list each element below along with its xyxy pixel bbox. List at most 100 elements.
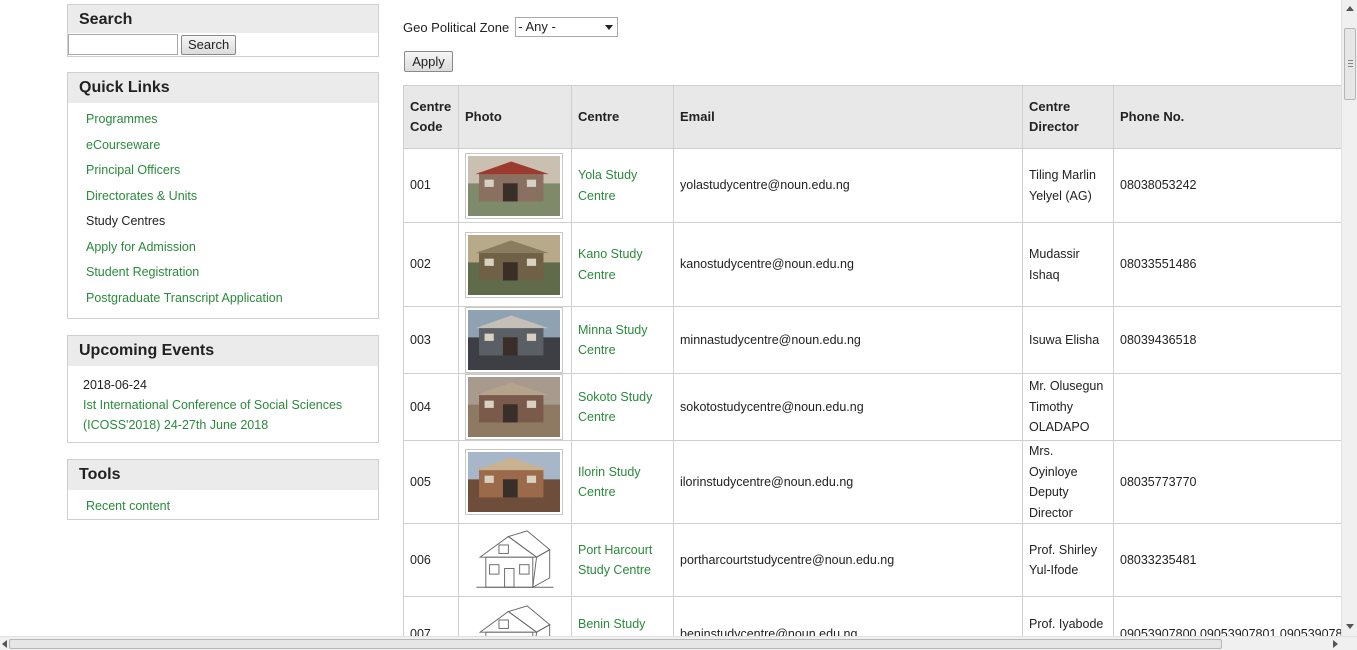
- geo-zone-label: Geo Political Zone: [403, 19, 510, 35]
- header-text: Director: [1029, 119, 1079, 134]
- house-placeholder-icon[interactable]: [465, 527, 563, 593]
- centre-name-line2: Centre: [578, 343, 616, 357]
- scroll-left-arrow-icon[interactable]: [2, 640, 7, 648]
- table-row: 005 Ilorin Study Centre ilorinstudycentre@n…: [403, 440, 1344, 524]
- event-link[interactable]: Ist International Conference of Social S…: [83, 395, 364, 435]
- cell-photo: [458, 148, 572, 223]
- director-name-line: Mrs.: [1029, 444, 1054, 458]
- centre-photo[interactable]: [465, 449, 563, 515]
- quick-link-item: Apply for Admission: [86, 238, 378, 264]
- quick-link-ecourseware[interactable]: eCourseware: [86, 138, 160, 152]
- upcoming-events-title: Upcoming Events: [68, 336, 378, 366]
- quick-link-item: Programmes: [86, 110, 378, 136]
- centre-photo[interactable]: [465, 152, 563, 219]
- geo-zone-select[interactable]: - Any -: [515, 17, 619, 37]
- cell-centre: Yola Study Centre: [571, 148, 674, 223]
- quick-link-directorates[interactable]: Directorates & Units: [86, 189, 197, 203]
- table-row: 004 Sokoto Study Centre sokotostudycentre@n…: [403, 373, 1344, 441]
- director-name-line: Isuwa Elisha: [1029, 332, 1100, 347]
- vertical-scroll-thumb[interactable]: [1344, 28, 1356, 100]
- centre-photo[interactable]: [465, 374, 563, 440]
- director-name-line: Oyinloye: [1029, 464, 1078, 479]
- table-header-row: Centre Code Photo Centre Email Centre Dire…: [403, 85, 1344, 149]
- cell-email: minnastudycentre@noun.edu.ng: [673, 306, 1023, 374]
- scroll-right-arrow-icon[interactable]: [1333, 640, 1338, 648]
- quick-link-principal-officers[interactable]: Principal Officers: [86, 163, 180, 177]
- horizontal-scrollbar[interactable]: [0, 636, 1357, 650]
- quick-link-item: eCourseware: [86, 136, 378, 162]
- cell-centre-code: 005: [403, 440, 459, 524]
- cell-email: portharcourtstudycentre@noun.edu.ng: [673, 523, 1023, 597]
- search-button[interactable]: Search: [181, 34, 237, 55]
- cell-centre-director: Mr. Olusegun Timothy OLADAPO: [1022, 373, 1114, 441]
- cell-phone: 08035773770: [1113, 440, 1344, 524]
- cell-phone: [1113, 373, 1344, 441]
- search-input[interactable]: [68, 34, 178, 55]
- recent-content-link[interactable]: Recent content: [86, 499, 170, 513]
- centre-link[interactable]: Minna Study Centre: [578, 323, 647, 358]
- event-title-line1: Ist International Conference of Social S…: [83, 398, 343, 412]
- event-title-line2: (ICOSS'2018) 24-27th June 2018: [83, 418, 269, 432]
- quick-links-list: Programmes eCourseware Principal Officer…: [68, 103, 378, 318]
- centre-name-line2: Centre: [578, 410, 616, 424]
- quick-link-student-registration[interactable]: Student Registration: [86, 265, 199, 279]
- cell-centre-director: Prof. Shirley Yul-Ifode: [1022, 523, 1114, 597]
- centre-link[interactable]: Port Harcourt Study Centre: [578, 543, 652, 578]
- table-row: 001 Yola Study Centre yolastudycentre@noun.…: [403, 148, 1344, 223]
- director-name-line: Tiling Marlin: [1029, 168, 1096, 182]
- quick-links-title: Quick Links: [68, 73, 378, 103]
- cell-centre: Port Harcourt Study Centre: [571, 523, 674, 597]
- quick-link-item: Study Centres: [86, 212, 378, 238]
- quick-link-postgraduate-transcript[interactable]: Postgraduate Transcript Application: [86, 291, 283, 305]
- centre-link[interactable]: Kano Study Centre: [578, 247, 643, 282]
- study-centres-table: Centre Code Photo Centre Email Centre Dire…: [403, 85, 1344, 650]
- horizontal-scroll-thumb[interactable]: [9, 639, 1222, 649]
- scroll-down-arrow-icon[interactable]: [1346, 624, 1354, 629]
- events-body: 2018-06-24 Ist International Conference …: [68, 366, 378, 442]
- cell-centre: Ilorin Study Centre: [571, 440, 674, 524]
- cell-phone: 08033551486: [1113, 222, 1344, 307]
- centre-photo[interactable]: [465, 307, 563, 373]
- director-name-line: Ishaq: [1029, 267, 1060, 282]
- director-name-line: Mudassir: [1029, 247, 1080, 261]
- header-text: Code: [410, 119, 443, 134]
- header-email[interactable]: Email: [673, 85, 1023, 149]
- quick-link-programmes[interactable]: Programmes: [86, 112, 158, 126]
- cell-photo: [458, 440, 572, 524]
- centre-link[interactable]: Ilorin Study Centre: [578, 465, 641, 500]
- header-text: Centre: [410, 99, 452, 114]
- sidebar: Search Search Quick Links Programmes eCo…: [67, 4, 379, 536]
- cell-centre-code: 001: [403, 148, 459, 223]
- header-centre-code[interactable]: Centre Code: [403, 85, 459, 149]
- tools-title: Tools: [68, 460, 378, 490]
- centre-link[interactable]: Sokoto Study Centre: [578, 390, 652, 425]
- cell-centre: Sokoto Study Centre: [571, 373, 674, 441]
- quick-link-item: Principal Officers: [86, 161, 378, 187]
- centre-photo[interactable]: [465, 231, 563, 298]
- header-centre[interactable]: Centre: [571, 85, 674, 149]
- vertical-scrollbar[interactable]: [1341, 0, 1357, 636]
- quick-link-study-centres[interactable]: Study Centres: [86, 214, 165, 228]
- cell-photo: [458, 306, 572, 374]
- header-phone[interactable]: Phone No.: [1113, 85, 1344, 149]
- cell-email: kanostudycentre@noun.edu.ng: [673, 222, 1023, 307]
- cell-email: sokotostudycentre@noun.edu.ng: [673, 373, 1023, 441]
- director-name-line: Timothy: [1029, 399, 1073, 414]
- cell-photo: [458, 222, 572, 307]
- apply-button[interactable]: Apply: [404, 51, 453, 72]
- quick-link-item: Student Registration: [86, 263, 378, 289]
- director-name-line: Mr. Olusegun: [1029, 379, 1104, 394]
- quick-link-item: Postgraduate Transcript Application: [86, 289, 378, 315]
- centre-name-line2: Centre: [578, 485, 616, 499]
- cell-centre-code: 006: [403, 523, 459, 597]
- centre-link[interactable]: Yola Study Centre: [578, 168, 637, 203]
- quick-link-apply-admission[interactable]: Apply for Admission: [86, 240, 196, 254]
- cell-centre-code: 004: [403, 373, 459, 441]
- centre-name-line1: Kano Study: [578, 247, 643, 261]
- centre-name-line1: Yola Study: [578, 168, 638, 182]
- scroll-up-arrow-icon[interactable]: [1346, 6, 1354, 11]
- cell-centre-code: 002: [403, 222, 459, 307]
- header-centre-director[interactable]: Centre Director: [1022, 85, 1114, 149]
- cell-photo: [458, 373, 572, 441]
- upcoming-events-block: Upcoming Events 2018-06-24 Ist Internati…: [67, 335, 379, 443]
